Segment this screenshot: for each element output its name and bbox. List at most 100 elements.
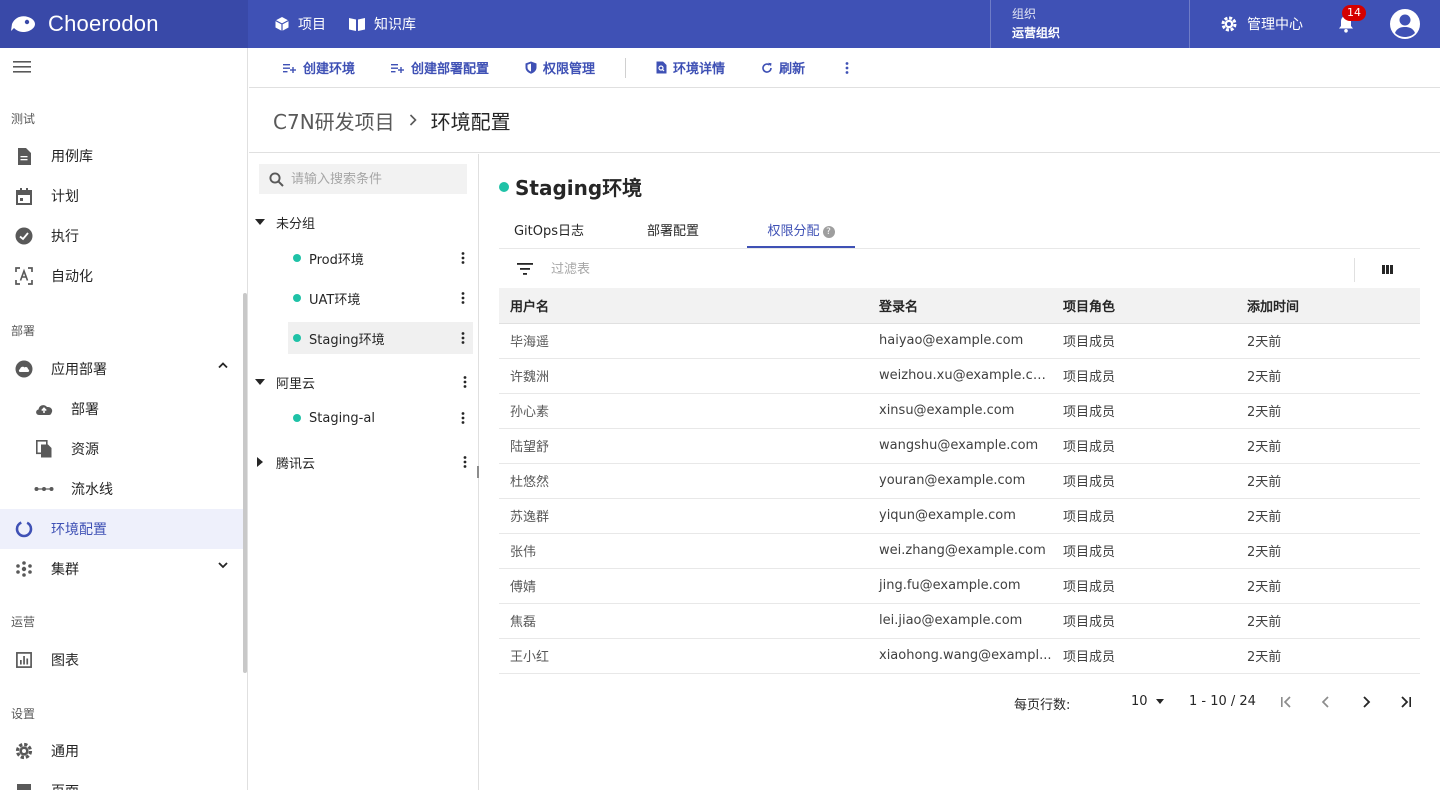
table-row[interactable]: 毕海遥 haiyao@example.com 项目成员 2天前 — [499, 323, 1420, 359]
help-icon[interactable]: ? — [822, 225, 835, 238]
sidebar-item-cluster[interactable]: 集群 — [0, 549, 244, 589]
more-vertical-icon[interactable] — [461, 292, 465, 304]
tree-node-label: UAT环境 — [309, 292, 361, 308]
chevron-down-icon — [218, 562, 228, 569]
table-row[interactable]: 傅婧 jing.fu@example.com 项目成员 2天前 — [499, 568, 1420, 604]
table-row[interactable]: 王小红 xiaohong.wang@exampl... 项目成员 2天前 — [499, 638, 1420, 674]
sidebar-item-pipeline[interactable]: 流水线 — [0, 469, 244, 509]
tree-search-input[interactable] — [291, 171, 451, 187]
sidebar-item-resources[interactable]: 资源 — [0, 429, 244, 469]
first-page-icon[interactable] — [1279, 695, 1293, 709]
cell-added-time: 2天前 — [1236, 533, 1420, 569]
tab-deploy-config[interactable]: 部署配置 — [623, 216, 723, 248]
more-vertical-icon[interactable] — [461, 332, 465, 344]
sidebar-item-label: 应用部署 — [51, 362, 107, 378]
tree-node-prod[interactable]: Prod环境 — [288, 242, 473, 274]
tree-node-uat[interactable]: UAT环境 — [288, 282, 473, 314]
prev-page-icon[interactable] — [1319, 695, 1333, 709]
caret-down-icon[interactable] — [254, 379, 266, 385]
sidebar-item-label: 环境配置 — [51, 522, 107, 538]
page-range: 1 - 10 / 24 — [1189, 694, 1256, 709]
playlist-add-icon — [391, 63, 405, 73]
env-detail-button[interactable]: 环境详情 — [656, 58, 725, 77]
filter-input[interactable] — [551, 261, 851, 277]
admin-center-button[interactable]: 管理中心 — [1220, 14, 1303, 34]
column-header-role[interactable]: 项目角色 — [1052, 288, 1236, 324]
sidebar-item-testcases[interactable]: 用例库 — [0, 136, 244, 176]
tree-node-staging-al[interactable]: Staging-al — [288, 402, 473, 434]
more-vertical-icon[interactable] — [461, 252, 465, 264]
table-row[interactable]: 孙心素 xinsu@example.com 项目成员 2天前 — [499, 393, 1420, 429]
sidebar-item-env-config[interactable]: 环境配置 — [0, 509, 244, 549]
sidebar-item-label: 用例库 — [51, 149, 93, 165]
sidebar-item-charts[interactable]: 图表 — [0, 640, 244, 680]
check-circle-icon — [14, 226, 34, 246]
sidebar-item-app-deploy[interactable]: 应用部署 — [0, 349, 244, 389]
table-row[interactable]: 苏逸群 yiqun@example.com 项目成员 2天前 — [499, 498, 1420, 534]
table-row[interactable]: 张伟 wei.zhang@example.com 项目成员 2天前 — [499, 533, 1420, 569]
caret-down-icon[interactable] — [254, 219, 266, 225]
file-search-icon — [656, 61, 667, 74]
more-vertical-icon[interactable] — [845, 61, 849, 74]
next-page-icon[interactable] — [1359, 695, 1373, 709]
choerodon-logo-icon — [11, 16, 35, 32]
columns-icon[interactable] — [1382, 265, 1393, 274]
tab-gitops-log[interactable]: GitOps日志 — [499, 216, 599, 248]
sidebar-item-general[interactable]: 通用 — [0, 731, 244, 771]
sidebar-item-page[interactable]: 页面 — [0, 771, 244, 790]
sidebar-item-automation[interactable]: 自动化 — [0, 256, 244, 296]
table-row[interactable]: 杜悠然 youran@example.com 项目成员 2天前 — [499, 463, 1420, 499]
more-vertical-icon[interactable] — [461, 412, 465, 424]
sidebar-item-execute[interactable]: 执行 — [0, 216, 244, 256]
cell-added-time: 2天前 — [1236, 323, 1420, 359]
create-deploy-config-button[interactable]: 创建部署配置 — [391, 58, 489, 77]
table-row[interactable]: 许魏洲 weizhou.xu@example.com 项目成员 2天前 — [499, 358, 1420, 394]
permission-management-button[interactable]: 权限管理 — [525, 58, 595, 77]
tree-group-tencent[interactable]: 腾讯云 — [254, 450, 474, 474]
tree-group-ungrouped[interactable]: 未分组 — [254, 210, 474, 234]
tab-permission[interactable]: 权限分配? — [747, 216, 855, 248]
org-label: 组织 — [1012, 7, 1037, 21]
create-deploy-config-label: 创建部署配置 — [411, 62, 490, 77]
page-size-select[interactable]: 10 — [1131, 694, 1164, 709]
cell-login: wangshu@example.com — [868, 428, 1052, 464]
create-env-button[interactable]: 创建环境 — [283, 58, 355, 77]
page-title: 环境配置 — [430, 110, 511, 134]
more-vertical-icon[interactable] — [463, 376, 467, 388]
sidebar-scrollbar[interactable] — [243, 293, 247, 673]
menu-icon[interactable] — [13, 60, 31, 74]
env-tabs: GitOps日志 部署配置 权限分配? — [499, 216, 1420, 249]
sidebar-item-plan[interactable]: 计划 — [0, 176, 244, 216]
cell-role: 项目成员 — [1052, 393, 1236, 429]
brand-name: Choerodon — [48, 11, 159, 36]
sidebar-item-label: 计划 — [51, 189, 79, 205]
table-row[interactable]: 陆望舒 wangshu@example.com 项目成员 2天前 — [499, 428, 1420, 464]
last-page-icon[interactable] — [1399, 695, 1413, 709]
cell-added-time: 2天前 — [1236, 603, 1420, 639]
filter-icon[interactable] — [517, 263, 533, 275]
tree-group-aliyun[interactable]: 阿里云 — [254, 370, 474, 394]
nav-projects[interactable]: 项目 — [274, 14, 326, 34]
column-header-login[interactable]: 登录名 — [868, 288, 1052, 324]
brand[interactable]: Choerodon — [0, 0, 248, 48]
permission-management-label: 权限管理 — [543, 62, 596, 77]
breadcrumb-separator-icon — [409, 110, 417, 131]
column-header-username[interactable]: 用户名 — [499, 288, 868, 324]
caret-right-icon[interactable] — [254, 457, 266, 467]
refresh-button[interactable]: 刷新 — [761, 58, 805, 77]
column-header-added-time[interactable]: 添加时间 — [1236, 288, 1420, 324]
panel-resize-handle[interactable] — [477, 466, 479, 478]
more-vertical-icon[interactable] — [463, 456, 467, 468]
avatar[interactable] — [1389, 8, 1421, 40]
org-switcher[interactable]: 组织 运营组织 — [990, 0, 1190, 48]
sidebar-item-deploy[interactable]: 部署 — [0, 389, 244, 429]
breadcrumb-parent[interactable]: C7N研发项目 — [273, 106, 395, 135]
table-row[interactable]: 焦磊 lei.jiao@example.com 项目成员 2天前 — [499, 603, 1420, 639]
cell-username: 杜悠然 — [499, 463, 868, 499]
tree-search[interactable] — [259, 164, 467, 194]
action-toolbar: 创建环境 创建部署配置 权限管理 环境详情 刷新 — [249, 48, 1440, 88]
filter-bar — [499, 250, 1420, 288]
refresh-label: 刷新 — [779, 62, 806, 77]
nav-knowledge[interactable]: 知识库 — [348, 14, 416, 34]
tree-node-staging[interactable]: Staging环境 — [288, 322, 473, 354]
